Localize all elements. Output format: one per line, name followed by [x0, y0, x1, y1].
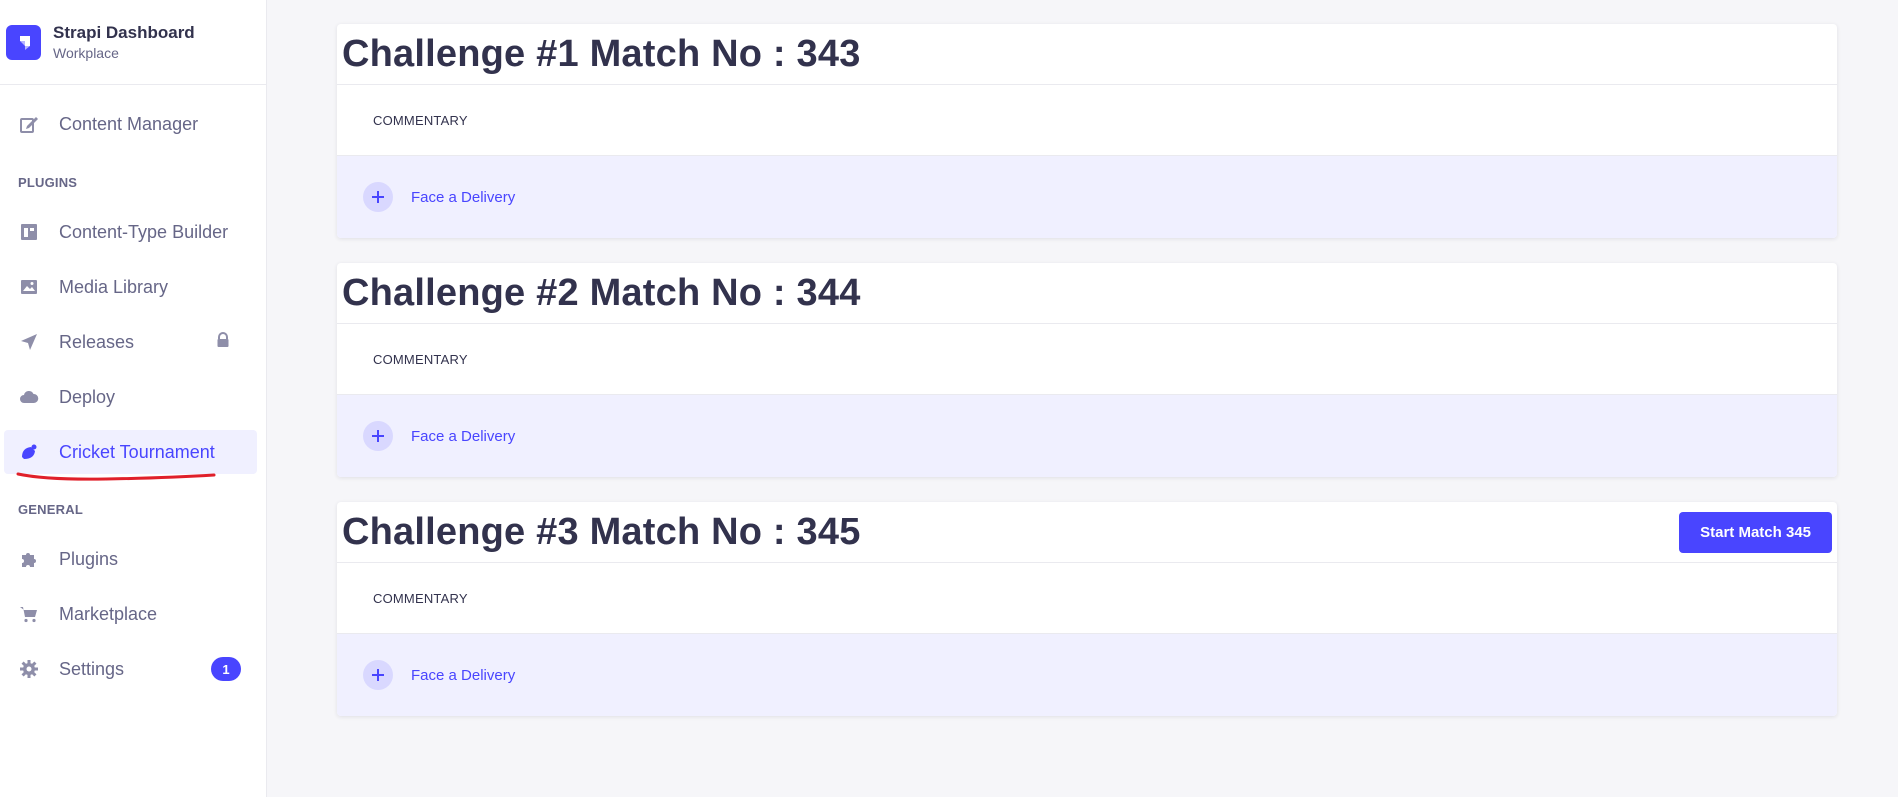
- face-delivery-button[interactable]: Face a Delivery: [337, 156, 1837, 238]
- commentary-label: COMMENTARY: [337, 84, 1837, 156]
- nav-label: Marketplace: [59, 603, 158, 624]
- face-delivery-button[interactable]: Face a Delivery: [337, 395, 1837, 477]
- nav-plugins[interactable]: Plugins: [4, 537, 257, 581]
- plugins-section-label: PLUGINS: [18, 175, 78, 190]
- brand-subtitle: Workplace: [53, 45, 119, 61]
- gear-icon: [18, 658, 40, 680]
- face-delivery-label: Face a Delivery: [411, 666, 516, 684]
- lock-icon: [215, 332, 231, 353]
- challenge-header: Challenge #2 Match No : 344: [337, 263, 1837, 323]
- nav-label: Media Library: [59, 276, 169, 297]
- nav-deploy[interactable]: Deploy: [4, 375, 257, 419]
- red-underline-annotation: [16, 472, 216, 481]
- app-root: Strapi Dashboard Workplace Content Manag…: [0, 0, 1898, 797]
- nav-label: Content Manager: [59, 113, 199, 134]
- challenge-card: Challenge #1 Match No : 343 COMMENTARY F…: [337, 24, 1837, 238]
- layout-icon: [18, 221, 40, 243]
- plus-icon: [363, 660, 393, 690]
- commentary-label: COMMENTARY: [337, 323, 1837, 395]
- plus-icon: [363, 421, 393, 451]
- challenge-header: Challenge #3 Match No : 345 Start Match …: [337, 502, 1837, 562]
- start-match-button[interactable]: Start Match 345: [1679, 511, 1832, 553]
- cart-icon: [18, 603, 40, 625]
- notification-badge: 1: [211, 657, 241, 681]
- brand-header: Strapi Dashboard Workplace: [0, 0, 266, 85]
- nav-label: Settings: [59, 658, 125, 679]
- general-section-label: GENERAL: [18, 502, 83, 517]
- plus-icon: [363, 182, 393, 212]
- commentary-label: COMMENTARY: [337, 562, 1837, 634]
- paper-plane-icon: [18, 331, 40, 353]
- face-delivery-button[interactable]: Face a Delivery: [337, 634, 1837, 716]
- challenge-title: Challenge #2 Match No : 344: [342, 271, 861, 314]
- image-icon: [18, 276, 40, 298]
- nav-label: Deploy: [59, 386, 116, 407]
- nav-marketplace[interactable]: Marketplace: [4, 592, 257, 636]
- challenge-title: Challenge #3 Match No : 345: [342, 510, 861, 553]
- nav-media-library[interactable]: Media Library: [4, 265, 257, 309]
- nav-releases[interactable]: Releases: [4, 320, 257, 364]
- face-delivery-label: Face a Delivery: [411, 188, 516, 206]
- strapi-logo-icon: [6, 24, 41, 60]
- brand-title: Strapi Dashboard: [53, 23, 195, 42]
- main-content: Challenge #1 Match No : 343 COMMENTARY F…: [267, 0, 1898, 797]
- pencil-icon: [18, 113, 40, 135]
- cloud-icon: [18, 386, 40, 408]
- challenge-card: Challenge #2 Match No : 344 COMMENTARY F…: [337, 263, 1837, 477]
- challenge-title: Challenge #1 Match No : 343: [342, 32, 861, 75]
- nav-content-type-builder[interactable]: Content-Type Builder: [4, 210, 257, 254]
- nav-label: Plugins: [59, 548, 119, 569]
- puzzle-icon: [18, 548, 40, 570]
- nav-settings[interactable]: Settings 1: [4, 647, 257, 691]
- challenge-card: Challenge #3 Match No : 345 Start Match …: [337, 502, 1837, 716]
- nav-content-manager[interactable]: Content Manager: [4, 102, 257, 146]
- nav-cricket-tournament[interactable]: Cricket Tournament: [4, 430, 257, 474]
- nav-label: Content-Type Builder: [59, 221, 229, 242]
- nav-label: Cricket Tournament: [59, 441, 215, 462]
- nav-label: Releases: [59, 331, 135, 352]
- challenge-header: Challenge #1 Match No : 343: [337, 24, 1837, 84]
- sidebar: Strapi Dashboard Workplace Content Manag…: [0, 0, 267, 797]
- face-delivery-label: Face a Delivery: [411, 427, 516, 445]
- cricket-ball-icon: [18, 441, 40, 463]
